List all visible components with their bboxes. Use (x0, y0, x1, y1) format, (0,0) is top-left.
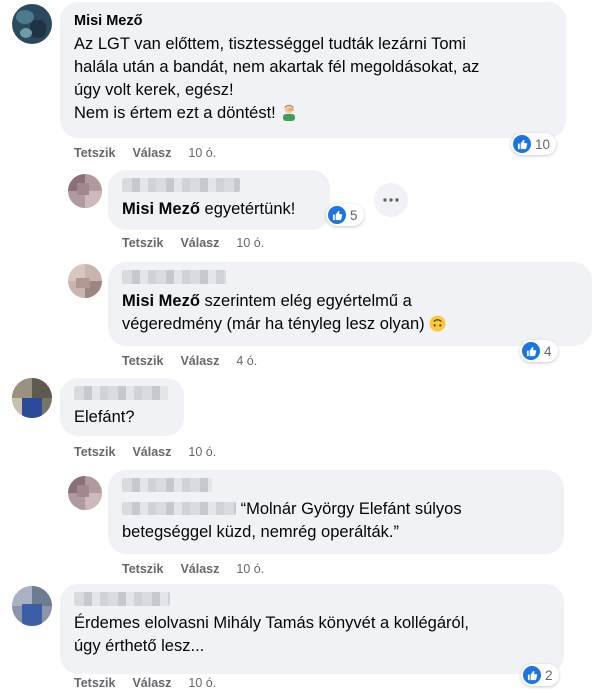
reaction-count[interactable]: 10 (511, 133, 557, 155)
like-button[interactable]: Tetszik (122, 562, 163, 576)
comment-bubble: Elefánt? (60, 378, 184, 436)
comment-text: Az LGT van előttem, tisztességgel tudták… (74, 33, 552, 128)
avatar[interactable] (68, 174, 102, 208)
like-button[interactable]: Tetszik (122, 354, 163, 368)
reply-text: Misi Mező szerintem elég egyértelmű a vé… (122, 290, 578, 339)
like-icon (328, 206, 346, 224)
reply-actions: Tetszik Válasz 10 ó. (122, 236, 264, 250)
avatar[interactable] (68, 476, 102, 510)
upside-down-face-icon (429, 315, 446, 339)
comment-actions: Tetszik Válasz 10 ó. (74, 445, 216, 459)
blurred-author-name (74, 592, 170, 606)
like-button[interactable]: Tetszik (74, 676, 115, 690)
reply-text: “Molnár György Elefánt súlyos betegségge… (122, 500, 462, 541)
reply-button[interactable]: Válasz (132, 445, 171, 459)
mention-link[interactable]: Misi Mező (122, 200, 200, 218)
reply-bubble: Misi Mező szerintem elég egyértelmű a vé… (108, 262, 592, 346)
timestamp[interactable]: 10 ó. (188, 146, 216, 160)
reply-actions: Tetszik Válasz 4 ó. (122, 354, 257, 368)
reply-button[interactable]: Válasz (180, 354, 219, 368)
reply-actions: Tetszik Válasz 10 ó. (122, 562, 264, 576)
reply-bubble: “Molnár György Elefánt súlyos betegségge… (108, 470, 564, 554)
more-icon (383, 198, 399, 202)
comment-text: Érdemes elolvasni Mihály Tamás könyvét a… (74, 614, 469, 655)
timestamp[interactable]: 10 ó. (188, 676, 216, 690)
more-options-button[interactable] (374, 183, 408, 217)
like-button[interactable]: Tetszik (122, 236, 163, 250)
avatar[interactable] (12, 586, 52, 626)
comment-bubble: Misi Mező Az LGT van előttem, tisztesség… (60, 2, 566, 138)
timestamp[interactable]: 10 ó. (236, 236, 264, 250)
like-icon (523, 666, 541, 684)
avatar[interactable] (68, 264, 102, 298)
reply-button[interactable]: Válasz (132, 146, 171, 160)
comment-author[interactable]: Misi Mező (74, 12, 552, 30)
timestamp[interactable]: 10 ó. (188, 445, 216, 459)
avatar[interactable] (12, 378, 52, 418)
comment-text: Elefánt? (74, 408, 135, 426)
comment-actions: Tetszik Válasz 10 ó. (74, 676, 216, 690)
blurred-author-name (122, 270, 226, 284)
blurred-mention (122, 502, 236, 515)
man-facepalming-icon (280, 103, 298, 128)
blurred-author-name (74, 386, 168, 400)
timestamp[interactable]: 10 ó. (236, 562, 264, 576)
timestamp[interactable]: 4 ó. (236, 354, 257, 368)
reply-button[interactable]: Válasz (180, 236, 219, 250)
reaction-count[interactable]: 5 (326, 204, 364, 226)
avatar[interactable] (12, 4, 52, 44)
reply-button[interactable]: Válasz (180, 562, 219, 576)
comment-actions: Tetszik Válasz 10 ó. (74, 146, 216, 160)
comment-bubble: Érdemes elolvasni Mihály Tamás könyvét a… (60, 584, 564, 674)
reaction-count[interactable]: 2 (521, 664, 559, 686)
blurred-author-name (122, 178, 240, 192)
like-button[interactable]: Tetszik (74, 146, 115, 160)
mention-link[interactable]: Misi Mező (122, 292, 200, 310)
blurred-author-name (122, 478, 212, 492)
like-icon (513, 135, 531, 153)
like-icon (522, 342, 540, 360)
like-button[interactable]: Tetszik (74, 445, 115, 459)
reply-button[interactable]: Válasz (132, 676, 171, 690)
reply-bubble: Misi Mező egyetértünk! (108, 170, 330, 230)
reply-text: Misi Mező egyetértünk! (122, 200, 296, 218)
reaction-count[interactable]: 4 (520, 340, 558, 362)
